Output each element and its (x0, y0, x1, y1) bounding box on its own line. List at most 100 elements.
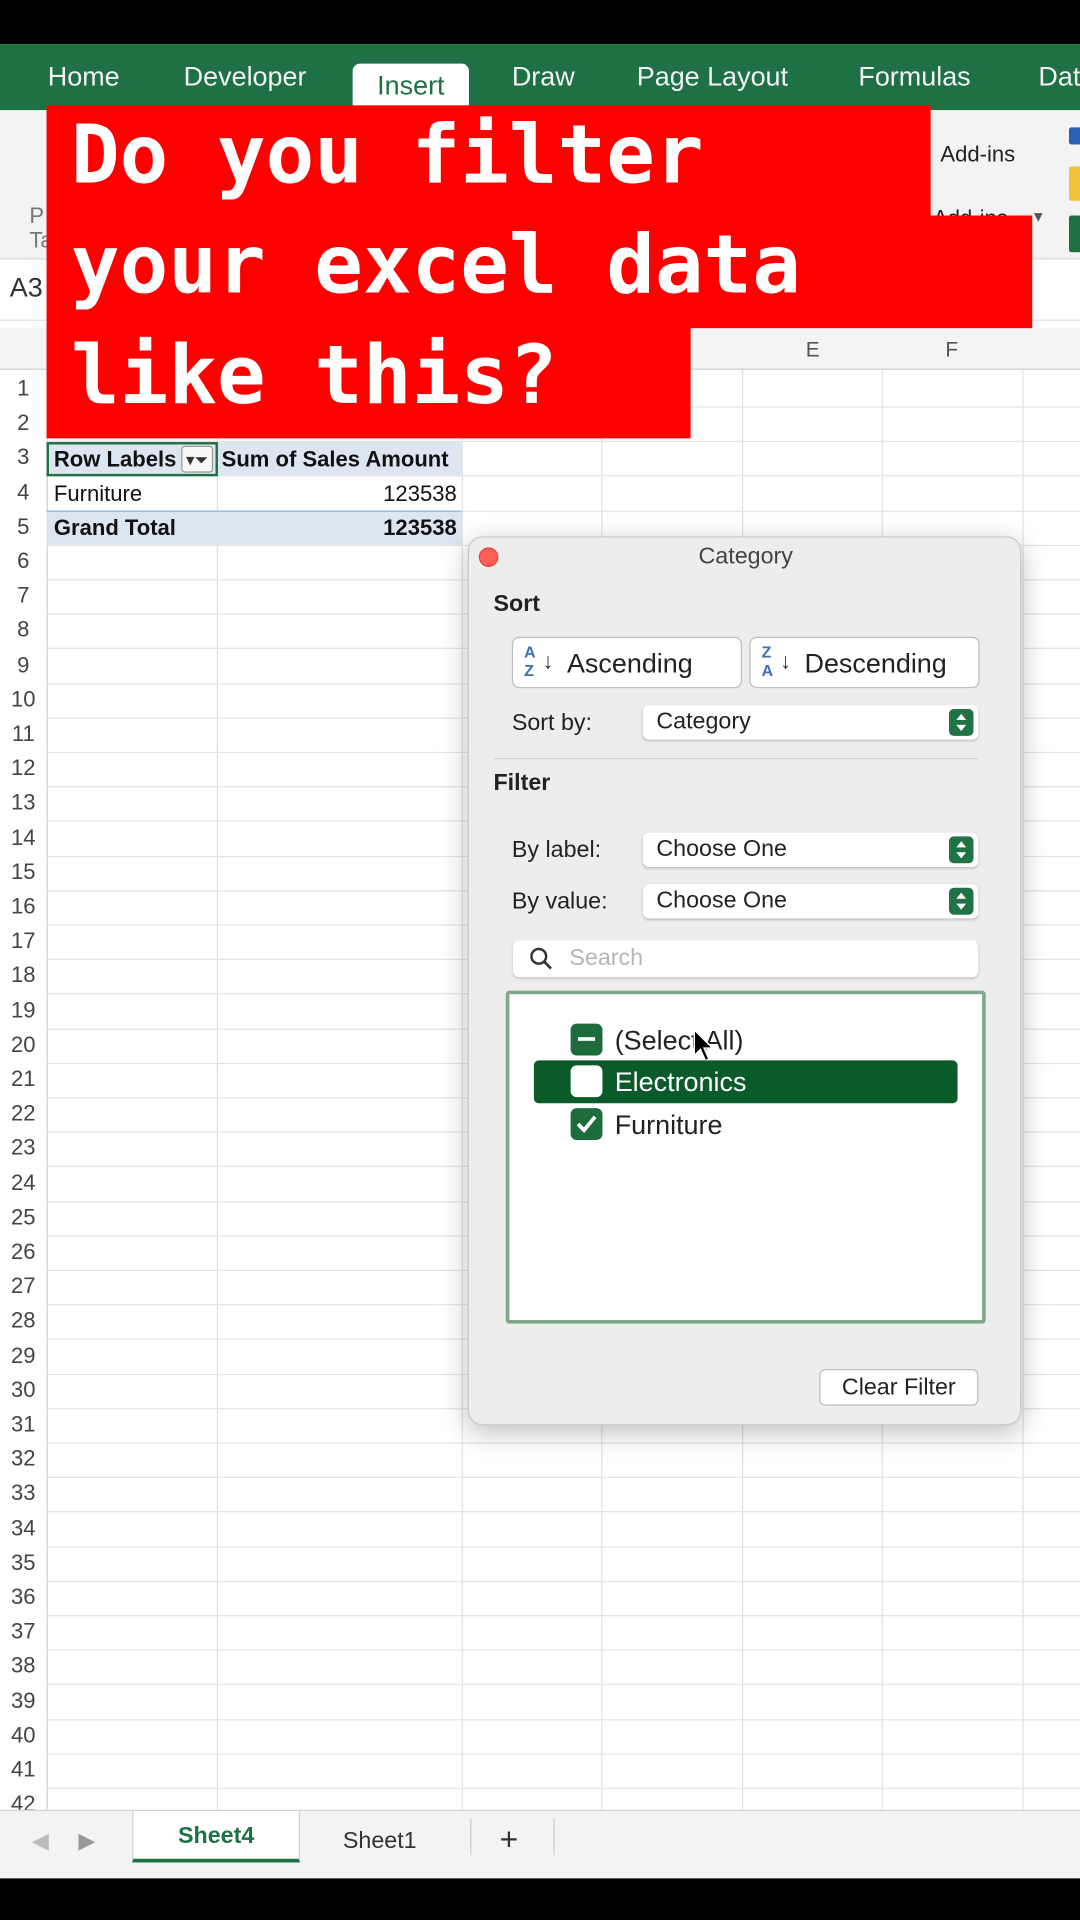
row-number[interactable]: 21 (0, 1067, 47, 1093)
grid-line-h (46, 1511, 1080, 1513)
descending-label: Descending (804, 647, 947, 679)
row-number[interactable]: 28 (0, 1308, 47, 1334)
scroll-left-icon[interactable]: ◀ (32, 1828, 49, 1854)
by-label-label: By label: (511, 837, 602, 864)
visio-icon[interactable] (1068, 127, 1080, 145)
tab-draw[interactable]: Draw (512, 56, 575, 98)
row-number[interactable]: 31 (0, 1412, 47, 1438)
grid-line-h (46, 1684, 1080, 1686)
row-number[interactable]: 16 (0, 894, 47, 920)
mouse-cursor-icon (693, 1028, 715, 1062)
sort-by-select[interactable]: Category (642, 705, 979, 740)
sort-by-value: Category (656, 708, 751, 735)
select-all-label: (Select All) (614, 1024, 744, 1056)
screen: Home Developer Insert Draw Page Layout F… (0, 0, 1080, 1920)
list-item-select-all[interactable]: (Select All) (509, 1021, 982, 1063)
tab-divider (470, 1818, 472, 1856)
pivot-value-header: Sum of Sales Amount (221, 446, 449, 472)
tab-page-layout[interactable]: Page Layout (637, 56, 788, 98)
by-value-select[interactable]: Choose One (642, 884, 979, 919)
row-number[interactable]: 13 (0, 790, 47, 816)
furniture-label: Furniture (614, 1109, 723, 1141)
grid-line-h (46, 1649, 1080, 1651)
row-number[interactable]: 14 (0, 825, 47, 851)
search-field[interactable]: Search (513, 940, 979, 978)
row-number[interactable]: 5 (0, 514, 47, 540)
row-number[interactable]: 38 (0, 1654, 47, 1680)
store-icon[interactable] (1068, 166, 1080, 201)
row-number[interactable]: 35 (0, 1550, 47, 1576)
grid-line-h (46, 1787, 1080, 1789)
row-number[interactable]: 2 (0, 410, 47, 436)
grid-line-h (46, 1442, 1080, 1444)
checkmark-icon (576, 1115, 597, 1133)
column-f-header[interactable]: F (945, 338, 958, 362)
list-item-furniture[interactable]: Furniture (509, 1106, 982, 1148)
row-number[interactable]: 19 (0, 997, 47, 1023)
row-number[interactable]: 12 (0, 756, 47, 782)
row-number[interactable]: 9 (0, 652, 47, 678)
row-number[interactable]: 15 (0, 859, 47, 885)
bottom-black-bar (0, 1878, 1080, 1920)
people-graph-icon[interactable] (1068, 215, 1080, 253)
tab-data[interactable]: Dat (1038, 56, 1080, 98)
row-number[interactable]: 6 (0, 549, 47, 575)
ribbon-label-pivot: P (29, 203, 45, 228)
banner-line-2: your excel data (71, 217, 801, 313)
sheet4-label: Sheet4 (177, 1823, 255, 1849)
grid-line-v (1022, 369, 1024, 1810)
row-number[interactable]: 25 (0, 1205, 47, 1231)
row-number[interactable]: 33 (0, 1481, 47, 1507)
row-number[interactable]: 27 (0, 1274, 47, 1300)
row-number[interactable]: 32 (0, 1446, 47, 1472)
filter-item-list: (Select All) Electronics Furniture (505, 990, 986, 1324)
addins-button[interactable]: Add-ins (940, 142, 1015, 168)
row-number[interactable]: 26 (0, 1239, 47, 1265)
row-number[interactable]: 20 (0, 1032, 47, 1058)
row-number[interactable]: 7 (0, 583, 47, 609)
scroll-right-icon[interactable]: ▶ (78, 1828, 95, 1854)
row-number[interactable]: 36 (0, 1585, 47, 1611)
tab-developer[interactable]: Developer (184, 56, 307, 98)
row-header-divider (46, 369, 48, 1810)
descending-button[interactable]: ZA ↓ Descending (749, 636, 980, 689)
by-label-select[interactable]: Choose One (642, 832, 979, 867)
row-number[interactable]: 17 (0, 928, 47, 954)
filter-funnel-icon[interactable]: ▾⏷ (181, 445, 214, 473)
row-number[interactable]: 37 (0, 1619, 47, 1645)
checkbox-unchecked[interactable] (570, 1065, 603, 1098)
by-value-value: Choose One (656, 887, 787, 914)
clear-filter-button[interactable]: Clear Filter (819, 1368, 979, 1406)
add-sheet-button[interactable]: + (500, 1821, 519, 1859)
row-number[interactable]: 29 (0, 1343, 47, 1369)
list-item-electronics[interactable]: Electronics (533, 1060, 958, 1104)
row-number[interactable]: 11 (0, 721, 47, 747)
ascending-button[interactable]: AZ ↓ Ascending (511, 636, 743, 689)
row-number[interactable]: 39 (0, 1688, 47, 1714)
tab-home[interactable]: Home (48, 56, 120, 98)
row-number[interactable]: 8 (0, 618, 47, 644)
category-filter-dialog: Category Sort AZ ↓ Ascending ZA ↓ Descen… (467, 536, 1022, 1426)
sheet1-tab[interactable]: Sheet1 (343, 1828, 417, 1855)
row-number[interactable]: 22 (0, 1101, 47, 1127)
name-box[interactable]: A3 (10, 272, 43, 304)
sheet-tab-active[interactable]: Sheet4 (132, 1811, 301, 1863)
addins-dropdown-icon[interactable]: ▼ (1031, 208, 1046, 225)
row-number[interactable]: 3 (0, 445, 47, 471)
sort-by-label: Sort by: (511, 710, 593, 736)
row-number[interactable]: 4 (0, 480, 47, 506)
row-number[interactable]: 18 (0, 963, 47, 989)
dialog-title: Category (698, 543, 793, 570)
row-number[interactable]: 1 (0, 376, 47, 402)
tab-formulas[interactable]: Formulas (858, 56, 970, 98)
row-number[interactable]: 23 (0, 1136, 47, 1162)
row-number[interactable]: 34 (0, 1515, 47, 1541)
row-number[interactable]: 41 (0, 1757, 47, 1783)
checkbox-checked[interactable] (570, 1108, 603, 1141)
row-number[interactable]: 40 (0, 1723, 47, 1749)
row-number[interactable]: 24 (0, 1170, 47, 1196)
row-number[interactable]: 30 (0, 1377, 47, 1403)
row-number[interactable]: 10 (0, 687, 47, 713)
column-e-header[interactable]: E (806, 338, 820, 362)
checkbox-mixed[interactable] (570, 1023, 603, 1056)
